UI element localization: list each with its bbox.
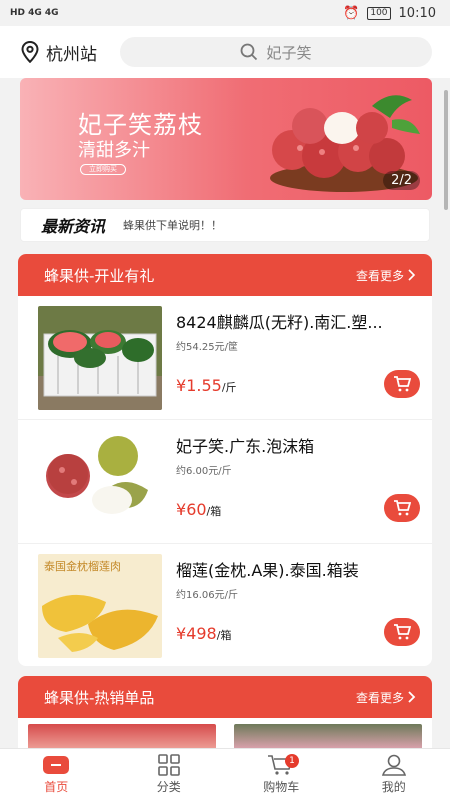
see-more-label: 查看更多	[355, 268, 404, 283]
product-card[interactable]	[28, 724, 216, 748]
product-unit-price: 约54.25元/筐	[176, 342, 238, 353]
section-title: 蜂果供-开业有礼	[44, 266, 155, 285]
status-bar: HD 4G 4G ⏰ 100 10:10	[0, 0, 450, 26]
search-placeholder: 妃子笑	[266, 43, 312, 62]
price-currency: ¥	[176, 376, 187, 395]
price-unit: /箱	[216, 629, 232, 642]
product-price: ¥60/箱	[176, 500, 221, 519]
banner-pager: 2/2	[383, 171, 420, 190]
news-ticker[interactable]: 最新资讯 蜂果供下单说明！！	[20, 208, 430, 242]
tab-label: 首页	[44, 780, 69, 794]
city-selector[interactable]: 杭州站	[20, 40, 120, 65]
section-opening-gift: 蜂果供-开业有礼 查看更多 8424麒麟瓜(无籽).南汇.塑... 约54.25…	[18, 254, 432, 666]
product-name: 榴莲(金枕.A果).泰国.箱装	[176, 561, 359, 580]
banner-subtitle: 清甜多汁	[78, 140, 150, 161]
add-to-cart-button[interactable]	[384, 370, 420, 398]
section-header: 蜂果供-热销单品 查看更多	[18, 676, 432, 718]
scrollbar[interactable]	[444, 90, 448, 210]
section-hot-sales: 蜂果供-热销单品 查看更多	[18, 676, 432, 748]
cart-icon	[394, 500, 411, 516]
product-item[interactable]: 妃子笑.广东.泡沫箱 约6.00元/斤 ¥60/箱	[18, 420, 432, 544]
location-pin-icon	[21, 41, 39, 63]
tab-label: 购物车	[263, 780, 300, 794]
tab-label: 我的	[381, 780, 406, 794]
banner-buy-button[interactable]: 立即购买	[80, 164, 126, 175]
section-title: 蜂果供-热销单品	[44, 688, 155, 707]
price-unit: /箱	[206, 505, 222, 518]
status-signal: HD 4G 4G	[10, 8, 59, 18]
home-icon	[43, 756, 70, 774]
tab-cart[interactable]: 1 购物车	[225, 749, 338, 800]
see-more-link[interactable]: 查看更多	[356, 689, 416, 706]
product-image	[38, 430, 162, 534]
chevron-right-icon	[408, 269, 416, 281]
price-value: 1.55	[186, 376, 222, 395]
promo-banner[interactable]: 妃子笑荔枝 清甜多汁 立即购买 2/2	[20, 78, 432, 200]
see-more-link[interactable]: 查看更多	[356, 267, 416, 284]
price-currency: ¥	[176, 500, 187, 519]
price-value: 498	[186, 624, 217, 643]
add-to-cart-button[interactable]	[384, 494, 420, 522]
bottom-tab-bar: 首页 分类 1 购物车 我的	[0, 748, 450, 800]
product-info: 妃子笑.广东.泡沫箱 约6.00元/斤 ¥60/箱	[176, 430, 426, 543]
price-unit: /斤	[221, 381, 237, 394]
category-icon	[157, 754, 180, 776]
add-to-cart-button[interactable]	[384, 618, 420, 646]
product-name: 妃子笑.广东.泡沫箱	[176, 437, 315, 456]
city-name: 杭州站	[46, 44, 97, 65]
product-name: 8424麒麟瓜(无籽).南汇.塑...	[176, 313, 383, 332]
product-unit-price: 约16.06元/斤	[176, 590, 238, 601]
cart-badge: 1	[285, 754, 299, 768]
price-value: 60	[186, 500, 207, 519]
news-tag: 最新资讯	[41, 217, 106, 236]
price-currency: ¥	[176, 624, 187, 643]
user-icon	[381, 754, 406, 776]
chevron-right-icon	[408, 691, 416, 703]
durian-image-label: 泰国金枕榴莲肉	[44, 559, 121, 573]
search-bar[interactable]: 妃子笑	[120, 37, 432, 67]
alarm-icon: ⏰	[343, 5, 360, 21]
news-text[interactable]: 蜂果供下单说明！！	[123, 217, 222, 233]
cart-icon	[394, 624, 411, 640]
product-info: 榴莲(金枕.A果).泰国.箱装 约16.06元/斤 ¥498/箱	[176, 554, 426, 666]
product-item[interactable]: 泰国金枕榴莲肉 榴莲(金枕.A果).泰国.箱装 约16.06元/斤 ¥498/箱	[18, 544, 432, 666]
cart-icon	[394, 376, 411, 392]
product-image	[38, 306, 162, 410]
see-more-label: 查看更多	[355, 690, 404, 705]
top-bar: 杭州站 妃子笑	[0, 26, 450, 78]
search-icon	[241, 43, 258, 61]
product-price: ¥498/箱	[176, 624, 231, 643]
product-item[interactable]: 8424麒麟瓜(无籽).南汇.塑... 约54.25元/筐 ¥1.55/斤	[18, 296, 432, 420]
tab-category[interactable]: 分类	[113, 749, 226, 800]
battery-icon: 100	[367, 6, 391, 20]
tab-profile[interactable]: 我的	[338, 749, 450, 800]
status-time: 10:10	[398, 5, 436, 21]
banner-title: 妃子笑荔枝	[78, 111, 203, 139]
product-price: ¥1.55/斤	[176, 376, 237, 395]
product-info: 8424麒麟瓜(无籽).南汇.塑... 约54.25元/筐 ¥1.55/斤	[176, 306, 426, 419]
product-card[interactable]	[234, 724, 422, 748]
product-unit-price: 约6.00元/斤	[176, 466, 232, 477]
section-header: 蜂果供-开业有礼 查看更多	[18, 254, 432, 296]
product-image: 泰国金枕榴莲肉	[38, 554, 162, 658]
tab-home[interactable]: 首页	[0, 749, 113, 800]
tab-label: 分类	[156, 780, 181, 794]
